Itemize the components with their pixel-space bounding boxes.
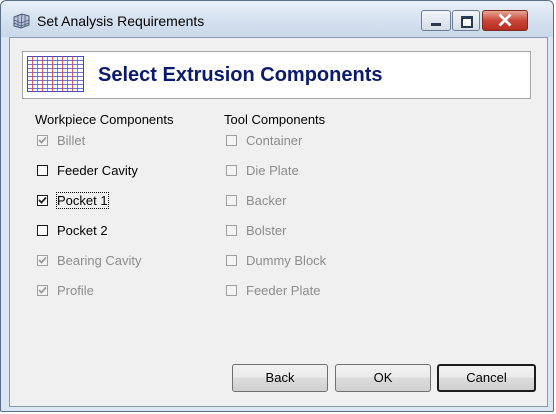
cancel-button[interactable]: Cancel bbox=[437, 364, 536, 392]
check-icon bbox=[38, 136, 47, 144]
banner-title: Select Extrusion Components bbox=[98, 64, 383, 86]
workpiece-heading: Workpiece Components bbox=[35, 112, 174, 127]
check-icon bbox=[38, 256, 47, 264]
check-icon bbox=[38, 286, 47, 294]
checkbox-label: Feeder Plate bbox=[246, 283, 321, 298]
checkbox-box bbox=[37, 135, 48, 146]
checkbox-label[interactable]: Pocket 2 bbox=[57, 223, 108, 238]
checkbox-box bbox=[37, 255, 48, 266]
checkbox-box bbox=[226, 255, 237, 266]
checkbox-label: Container bbox=[246, 133, 303, 148]
header-banner: Select Extrusion Components bbox=[22, 51, 531, 99]
checkbox-label: Backer bbox=[246, 193, 287, 208]
checkbox-label: Bearing Cavity bbox=[57, 253, 142, 268]
grid-app-icon bbox=[13, 13, 30, 29]
close-button[interactable] bbox=[482, 10, 528, 31]
checkbox-box bbox=[226, 195, 237, 206]
checkbox-box bbox=[226, 165, 237, 176]
dialog-body: Select Extrusion Components Workpiece Co… bbox=[9, 37, 548, 407]
checkbox-box[interactable] bbox=[37, 195, 48, 206]
checkbox-label[interactable]: Feeder Cavity bbox=[57, 163, 138, 178]
close-icon bbox=[498, 13, 512, 27]
title-bar[interactable]: Set Analysis Requirements bbox=[1, 1, 553, 37]
checkbox-box bbox=[226, 225, 237, 236]
checkbox-label[interactable]: Pocket 1 bbox=[56, 192, 109, 209]
checkbox-box[interactable] bbox=[37, 165, 48, 176]
checkbox-label: Profile bbox=[57, 283, 94, 298]
check-icon bbox=[38, 196, 47, 204]
checkbox-label: Bolster bbox=[246, 223, 287, 238]
maximize-button[interactable] bbox=[452, 10, 480, 31]
checkbox-label: Billet bbox=[57, 133, 86, 148]
minimize-button[interactable] bbox=[421, 10, 451, 31]
dialog-window: Set Analysis Requirements Select Extrusi… bbox=[0, 0, 554, 412]
mesh-grid-icon bbox=[27, 56, 84, 92]
ok-button[interactable]: OK bbox=[335, 364, 431, 392]
checkbox-box bbox=[226, 285, 237, 296]
checkbox-label: Dummy Block bbox=[246, 253, 327, 268]
checkbox-box bbox=[37, 285, 48, 296]
checkbox-label: Die Plate bbox=[246, 163, 299, 178]
tool-heading: Tool Components bbox=[224, 112, 326, 127]
checkbox-box[interactable] bbox=[37, 225, 48, 236]
window-title: Set Analysis Requirements bbox=[37, 13, 205, 29]
checkbox-box bbox=[226, 135, 237, 146]
back-button[interactable]: Back bbox=[232, 364, 328, 392]
